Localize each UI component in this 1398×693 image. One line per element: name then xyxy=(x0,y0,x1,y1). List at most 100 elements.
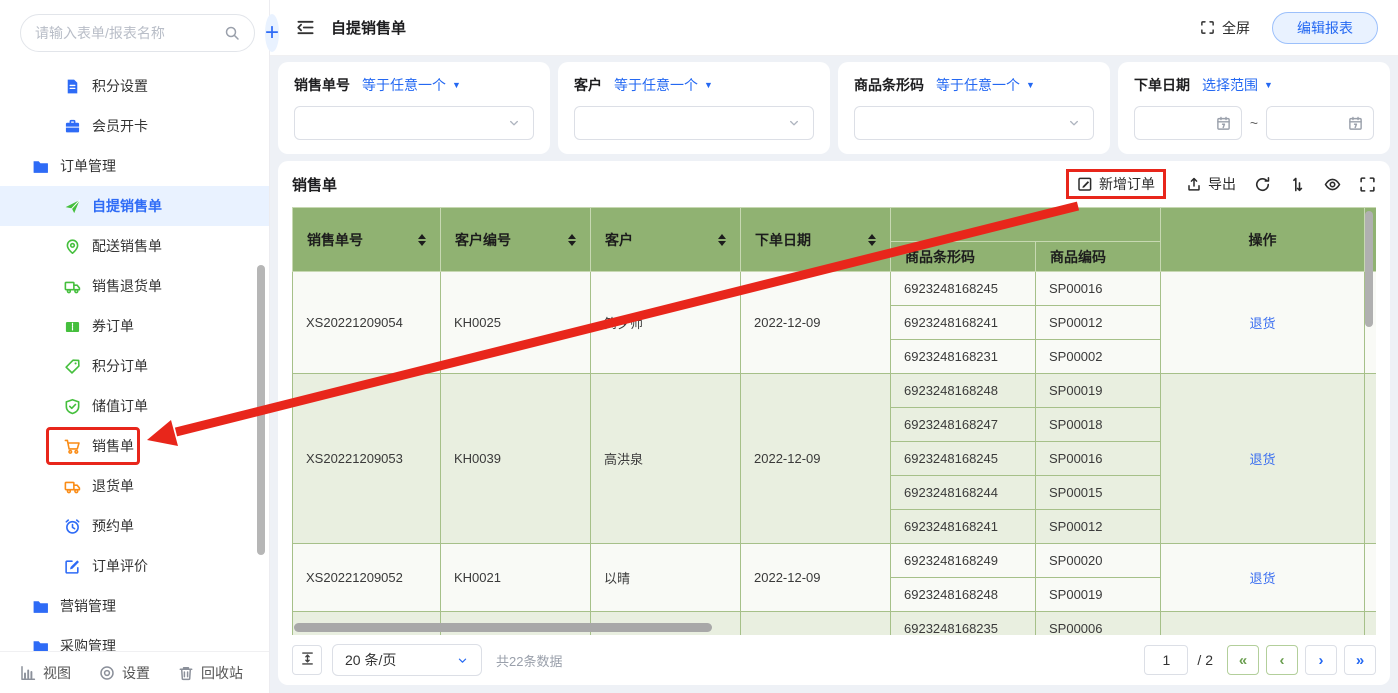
page-size-select[interactable]: 20 条/页 xyxy=(332,644,482,676)
sidebar-item-self-pickup-sales[interactable]: 自提销售单 xyxy=(0,186,269,226)
column-header-action: 操作 xyxy=(1161,208,1365,272)
column-header-barcode[interactable]: 商品条形码 xyxy=(891,242,1036,272)
folder-icon xyxy=(32,158,49,175)
search-box[interactable] xyxy=(20,14,255,52)
sort-arrows-icon[interactable] xyxy=(862,234,876,246)
main-area: 自提销售单 全屏 编辑报表 销售单号等于任意一个 ▼客户等于任意一个 ▼商品条形… xyxy=(270,0,1398,693)
fullscreen-icon xyxy=(1200,20,1215,35)
filter-label: 下单日期 xyxy=(1134,75,1190,95)
column-header-customer-no[interactable]: 客户编号 xyxy=(441,208,591,272)
sales-table: 销售单号 客户编号 客户 xyxy=(292,207,1376,635)
column-header-order-date[interactable]: 下单日期 xyxy=(741,208,891,272)
cell-barcode: 6923248168244 xyxy=(891,476,1036,510)
filter-select-product-barcode[interactable] xyxy=(854,106,1094,140)
export-button[interactable]: 导出 xyxy=(1186,174,1236,194)
page-number-input[interactable]: 1 xyxy=(1144,645,1188,675)
filter-operator[interactable]: 选择范围 ▼ xyxy=(1202,75,1273,95)
sidebar-item-reservation-order[interactable]: 预约单 xyxy=(0,506,269,546)
column-header-customer[interactable]: 客户 xyxy=(591,208,741,272)
sidebar-item-order-management[interactable]: 订单管理 xyxy=(0,146,269,186)
folder-icon xyxy=(32,598,49,615)
add-form-button[interactable]: + xyxy=(265,14,279,52)
search-input[interactable] xyxy=(35,25,216,41)
sidebar-item-delivery-sales[interactable]: 配送销售单 xyxy=(0,226,269,266)
table-row: XS20221209054KH0025简夕师2022-12-0969232481… xyxy=(293,272,1377,306)
cell-product-code: SP00019 xyxy=(1036,578,1161,612)
footer-item-label: 回收站 xyxy=(201,663,243,683)
caret-down-icon: ▼ xyxy=(1026,80,1035,90)
sidebar-item-return-order[interactable]: 退货单 xyxy=(0,466,269,506)
add-order-label: 新增订单 xyxy=(1099,174,1155,194)
sidebar-item-points-order[interactable]: 积分订单 xyxy=(0,346,269,386)
footer-item-recycle-bin[interactable]: 回收站 xyxy=(178,663,243,683)
prev-page-button[interactable]: ‹ xyxy=(1266,645,1298,675)
sidebar-item-label: 储值订单 xyxy=(92,396,148,416)
sidebar-item-label: 订单评价 xyxy=(92,556,148,576)
filter-operator[interactable]: 等于任意一个 ▼ xyxy=(614,75,713,95)
expand-rows-button[interactable] xyxy=(292,645,322,675)
sidebar-scrollbar[interactable] xyxy=(257,265,265,555)
filter-card-sales-order-no: 销售单号等于任意一个 ▼ xyxy=(278,62,550,154)
cell-extra xyxy=(1365,544,1377,612)
table-row: XS20221209053KH0039高洪泉2022-12-0969232481… xyxy=(293,374,1377,408)
table-horizontal-scrollbar[interactable] xyxy=(294,623,712,632)
footer-item-settings[interactable]: 设置 xyxy=(99,663,150,683)
sidebar-item-points-settings[interactable]: 积分设置 xyxy=(0,66,269,106)
tag-icon xyxy=(64,358,81,375)
sidebar-item-sales-return[interactable]: 销售退货单 xyxy=(0,266,269,306)
sidebar-item-order-review[interactable]: 订单评价 xyxy=(0,546,269,586)
column-header-order-no[interactable]: 销售单号 xyxy=(293,208,441,272)
return-goods-link[interactable]: 退货 xyxy=(1249,571,1275,586)
cell-product-code: SP00015 xyxy=(1036,476,1161,510)
sidebar-item-sales-order[interactable]: 销售单 xyxy=(0,426,269,466)
footer-item-views[interactable]: 视图 xyxy=(20,663,71,683)
sort-arrows-icon[interactable] xyxy=(712,234,726,246)
first-page-button[interactable]: « xyxy=(1227,645,1259,675)
sidebar-item-stored-value-order[interactable]: 储值订单 xyxy=(0,386,269,426)
date-end-input[interactable] xyxy=(1266,106,1374,140)
cell-barcode: 6923248168231 xyxy=(891,340,1036,374)
sort-arrows-icon[interactable] xyxy=(562,234,576,246)
sidebar-item-coupon-order[interactable]: 券订单 xyxy=(0,306,269,346)
edit-square-icon xyxy=(1077,176,1093,192)
filter-select-sales-order-no[interactable] xyxy=(294,106,534,140)
cell-order-no: XS20221209053 xyxy=(293,374,441,544)
cell-customer-no: KH0021 xyxy=(441,544,591,612)
truck-icon xyxy=(64,278,81,295)
table-fullscreen-icon[interactable] xyxy=(1359,176,1376,193)
filter-operator[interactable]: 等于任意一个 ▼ xyxy=(362,75,461,95)
column-header-product-code[interactable]: 商品编码 xyxy=(1036,242,1161,272)
footer-item-label: 视图 xyxy=(43,663,71,683)
return-goods-link[interactable]: 退货 xyxy=(1249,452,1275,467)
filter-operator[interactable]: 等于任意一个 ▼ xyxy=(936,75,1035,95)
add-order-button[interactable]: 新增订单 xyxy=(1077,174,1155,194)
last-page-button[interactable]: » xyxy=(1344,645,1376,675)
sidebar-item-member-card[interactable]: 会员开卡 xyxy=(0,106,269,146)
sidebar-item-purchase-management[interactable]: 采购管理 xyxy=(0,626,269,651)
next-page-button[interactable]: › xyxy=(1305,645,1337,675)
eye-icon[interactable] xyxy=(1324,176,1341,193)
fullscreen-button[interactable]: 全屏 xyxy=(1200,18,1250,38)
edit-pen-icon xyxy=(64,558,81,575)
sort-arrows-icon[interactable] xyxy=(412,234,426,246)
sidebar-item-marketing-management[interactable]: 营销管理 xyxy=(0,586,269,626)
ticket-icon xyxy=(64,318,81,335)
sort-icon[interactable] xyxy=(1289,176,1306,193)
fullscreen-label: 全屏 xyxy=(1222,18,1250,38)
table-vertical-scrollbar[interactable] xyxy=(1365,211,1373,327)
document-icon xyxy=(64,78,81,95)
date-start-input[interactable] xyxy=(1134,106,1242,140)
collapse-sidebar-icon[interactable] xyxy=(296,18,315,37)
filter-label: 销售单号 xyxy=(294,75,350,95)
chevron-down-icon xyxy=(507,116,521,130)
return-goods-link[interactable]: 退货 xyxy=(1249,316,1275,331)
filter-select-customer[interactable] xyxy=(574,106,814,140)
shield-icon xyxy=(64,398,81,415)
edit-report-button[interactable]: 编辑报表 xyxy=(1272,12,1378,44)
sidebar-item-label: 预约单 xyxy=(92,516,134,536)
annotation-box-add-order: 新增订单 xyxy=(1066,169,1166,199)
folder-icon xyxy=(32,638,49,652)
caret-down-icon: ▼ xyxy=(1264,80,1273,90)
sidebar-item-label: 自提销售单 xyxy=(92,196,162,216)
refresh-icon[interactable] xyxy=(1254,176,1271,193)
